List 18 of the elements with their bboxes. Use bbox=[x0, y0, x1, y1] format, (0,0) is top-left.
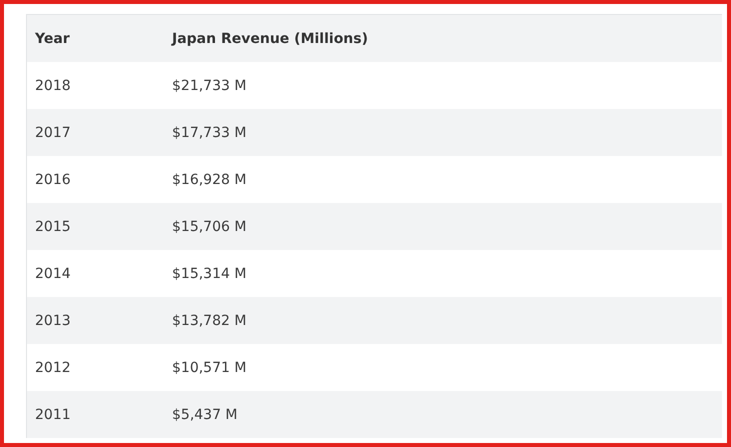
table-cell-text: $15,314 M bbox=[171, 266, 248, 282]
table-cell-text: 2015 bbox=[34, 218, 72, 234]
table-cell-text: 2014 bbox=[34, 266, 72, 282]
table-cell-text: $17,733 M bbox=[171, 124, 248, 140]
table-cell-text: $13,782 M bbox=[171, 312, 248, 328]
table-cell-text: $16,928 M bbox=[171, 172, 248, 188]
table-cell-text: 2017 bbox=[34, 124, 72, 140]
column-header: Year bbox=[34, 30, 71, 46]
table-cell-text: $21,733 M bbox=[171, 78, 248, 94]
column-header: Japan Revenue (Millions) bbox=[170, 30, 370, 46]
table-cell-text: $5,437 M bbox=[171, 406, 239, 422]
table-cell-text: 2011 bbox=[34, 406, 72, 422]
table-cell-text: 2013 bbox=[34, 312, 72, 328]
table-cell-text: $15,706 M bbox=[171, 218, 248, 234]
table-cell-text: $10,571 M bbox=[171, 360, 248, 376]
table-cell-text: 2016 bbox=[34, 172, 72, 188]
table-cell-text: 2018 bbox=[34, 78, 72, 94]
table-cell-text: 2012 bbox=[34, 360, 72, 376]
